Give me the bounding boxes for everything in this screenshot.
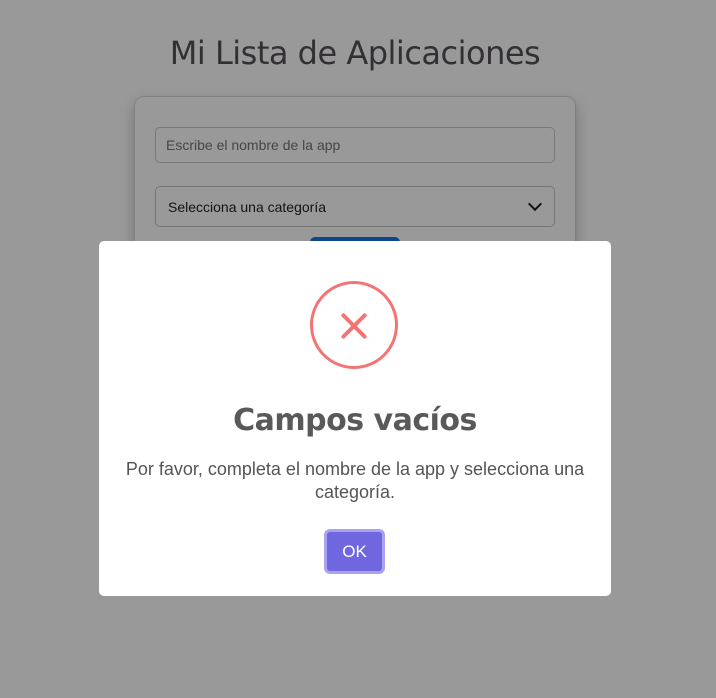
dialog-message: Por favor, completa el nombre de la app … [125, 459, 585, 502]
error-x-icon [310, 281, 398, 369]
ok-button[interactable]: OK [324, 529, 385, 574]
alert-dialog: Campos vacíos Por favor, completa el nom… [99, 241, 611, 596]
dialog-title: Campos vacíos [233, 403, 477, 438]
